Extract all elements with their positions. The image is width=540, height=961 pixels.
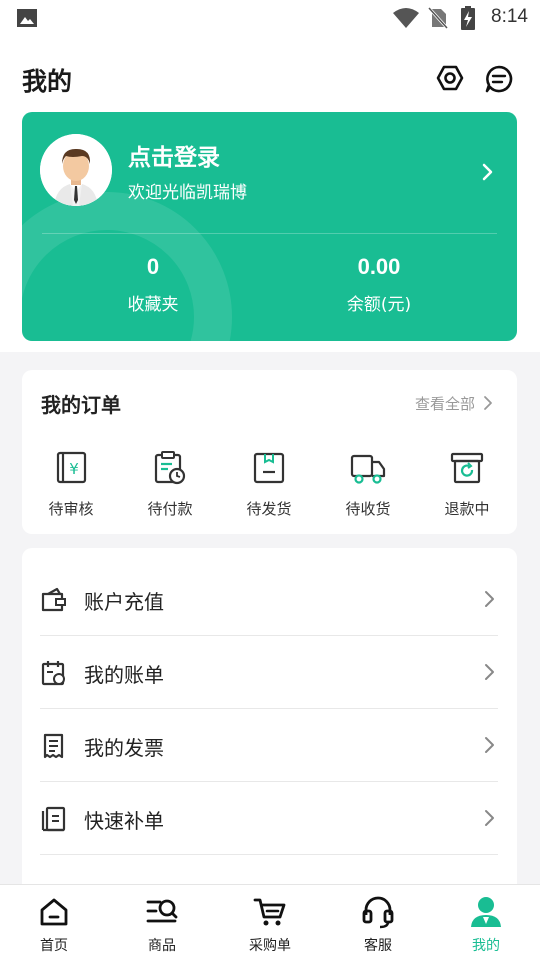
order-status-refunding[interactable]: 退款中 bbox=[427, 450, 507, 519]
my-orders-panel: 我的订单 查看全部 ¥ 待审核 待付款 待发货 待收货 退款中 bbox=[22, 370, 517, 534]
quick-reorder-icon bbox=[41, 806, 66, 832]
balance-label: 余额(元) bbox=[346, 295, 412, 315]
avatar[interactable] bbox=[40, 134, 112, 206]
invoice-icon bbox=[43, 733, 64, 759]
cart-icon bbox=[253, 898, 286, 926]
chevron-right-icon[interactable] bbox=[483, 395, 493, 411]
menu-item-bills[interactable]: 我的账单 bbox=[40, 637, 498, 709]
balance-stat[interactable]: 0.00 余额(元) bbox=[299, 254, 459, 315]
tab-label: 首页 bbox=[40, 938, 68, 954]
login-link[interactable]: 点击登录 bbox=[128, 138, 220, 172]
products-search-icon bbox=[146, 899, 178, 923]
tab-cart[interactable]: 采购单 bbox=[230, 895, 310, 955]
chevron-right-icon bbox=[485, 591, 494, 607]
tab-label: 客服 bbox=[364, 938, 392, 954]
order-status-label: 待发货 bbox=[246, 500, 292, 518]
chevron-right-icon bbox=[485, 664, 494, 680]
menu-item-recharge[interactable]: 账户充值 bbox=[40, 564, 498, 636]
divider bbox=[40, 854, 498, 855]
pending-receipt-icon bbox=[350, 454, 386, 484]
wallet-recharge-icon bbox=[41, 587, 66, 612]
tab-home[interactable]: 首页 bbox=[14, 895, 94, 955]
balance-amount: 0.00 bbox=[357, 254, 401, 279]
page-title: 我的 bbox=[22, 67, 73, 96]
tab-customer-service[interactable]: 客服 bbox=[338, 895, 418, 955]
order-status-pending-review[interactable]: ¥ 待审核 bbox=[31, 450, 111, 519]
tab-products[interactable]: 商品 bbox=[122, 895, 202, 955]
status-time: 8:14 bbox=[491, 6, 528, 27]
order-status-label: 退款中 bbox=[444, 500, 490, 518]
chevron-right-icon[interactable] bbox=[480, 160, 496, 184]
home-icon bbox=[40, 898, 68, 926]
menu-item-label: 我的账单 bbox=[84, 663, 164, 687]
menu-item-quick-reorder[interactable]: 快速补单 bbox=[40, 783, 498, 855]
pending-review-icon: ¥ bbox=[56, 451, 87, 484]
menu-item-label: 快速补单 bbox=[84, 809, 164, 833]
menu-item-label: 我的发票 bbox=[84, 736, 164, 760]
orders-title: 我的订单 bbox=[41, 393, 121, 417]
welcome-text: 欢迎光临凯瑞博 bbox=[128, 183, 247, 203]
menu-item-invoices[interactable]: 我的发票 bbox=[40, 710, 498, 782]
bottom-nav: 首页 商品 采购单 客服 我的 bbox=[0, 884, 540, 961]
svg-text:¥: ¥ bbox=[69, 460, 79, 478]
card-divider bbox=[42, 233, 497, 234]
favorites-label: 收藏夹 bbox=[127, 295, 179, 315]
refunding-icon bbox=[450, 452, 484, 484]
pending-shipment-icon bbox=[253, 452, 285, 484]
divider bbox=[40, 781, 498, 782]
tab-label: 我的 bbox=[472, 938, 500, 954]
headset-icon bbox=[362, 896, 394, 929]
order-status-pending-payment[interactable]: 待付款 bbox=[130, 450, 210, 519]
image-notification-icon bbox=[17, 9, 37, 27]
user-avatar-icon bbox=[40, 134, 112, 206]
tab-mine[interactable]: 我的 bbox=[446, 895, 526, 955]
pending-payment-icon bbox=[154, 451, 186, 485]
favorites-count: 0 bbox=[146, 254, 160, 279]
chevron-right-icon bbox=[485, 810, 494, 826]
divider bbox=[40, 635, 498, 636]
tab-label: 采购单 bbox=[249, 938, 291, 954]
chevron-right-icon bbox=[485, 737, 494, 753]
no-sim-icon bbox=[428, 7, 448, 29]
account-menu: 账户充值 我的账单 我的发票 快速补单 bbox=[22, 548, 517, 888]
order-status-label: 待付款 bbox=[147, 500, 193, 518]
tab-label: 商品 bbox=[148, 938, 176, 954]
view-all-orders-link[interactable]: 查看全部 bbox=[415, 393, 475, 414]
message-icon[interactable] bbox=[484, 64, 514, 94]
menu-item-label: 账户充值 bbox=[84, 590, 164, 614]
page-header: 我的 bbox=[0, 36, 540, 112]
status-bar: 8:14 bbox=[0, 0, 540, 36]
bill-icon bbox=[41, 661, 65, 686]
settings-icon[interactable] bbox=[436, 64, 464, 92]
order-status-label: 待收货 bbox=[345, 500, 391, 518]
divider bbox=[40, 708, 498, 709]
battery-charging-icon bbox=[461, 6, 475, 30]
profile-card[interactable]: 点击登录 欢迎光临凯瑞博 0 收藏夹 0.00 余额(元) bbox=[22, 112, 517, 341]
favorites-stat[interactable]: 0 收藏夹 bbox=[73, 254, 233, 315]
order-status-pending-receipt[interactable]: 待收货 bbox=[328, 450, 408, 519]
user-icon bbox=[471, 897, 501, 927]
wifi-icon bbox=[393, 8, 419, 28]
order-status-pending-shipment[interactable]: 待发货 bbox=[229, 450, 309, 519]
order-status-label: 待审核 bbox=[48, 500, 94, 518]
